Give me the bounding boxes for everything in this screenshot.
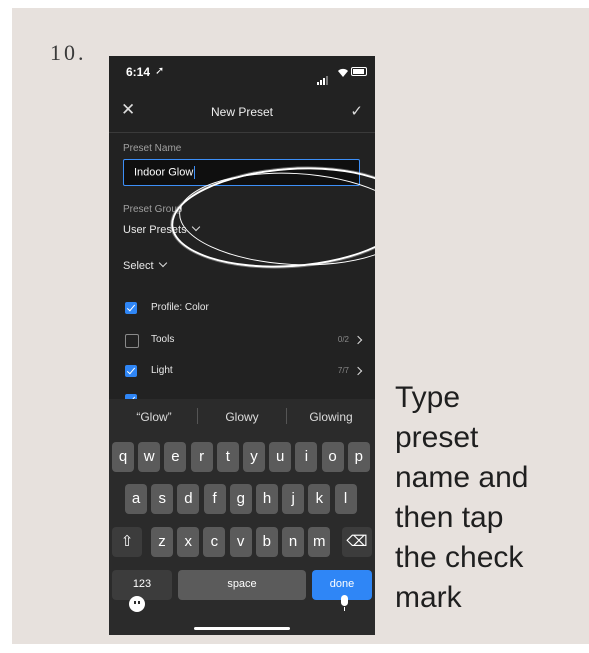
key-n[interactable]: n	[282, 527, 304, 557]
key-g[interactable]: g	[229, 484, 252, 514]
caption-line: Type	[395, 381, 461, 414]
text-caret	[194, 166, 196, 179]
checkbox-unchecked[interactable]	[125, 334, 139, 348]
delete-key[interactable]: ⌫	[342, 527, 372, 557]
status-bar: 6:14 ➚	[109, 56, 375, 88]
key-d[interactable]: d	[177, 484, 200, 514]
home-indicator	[194, 627, 290, 630]
suggestion-bar: “Glow” Glowy Glowing	[109, 399, 375, 435]
settings-row-light[interactable]: Light 7/7	[125, 362, 365, 382]
step-number: 10.	[50, 40, 87, 65]
location-icon: ➚	[155, 65, 165, 77]
key-s[interactable]: s	[151, 484, 174, 514]
settings-row-tools[interactable]: Tools 0/2	[125, 331, 365, 351]
key-b[interactable]: b	[255, 527, 278, 557]
key-w[interactable]: w	[138, 442, 161, 472]
key-j[interactable]: j	[282, 484, 305, 514]
key-o[interactable]: o	[321, 442, 344, 472]
confirm-check-icon[interactable]: ✓	[350, 102, 363, 120]
chevron-down-icon	[158, 258, 167, 268]
space-key[interactable]: space	[178, 570, 306, 600]
shift-key[interactable]: ⇧	[112, 527, 142, 557]
suggestion-item[interactable]: “Glow”	[110, 410, 198, 424]
status-time: 6:14	[126, 65, 151, 79]
chevron-right-icon[interactable]	[353, 366, 363, 376]
suggestion-item[interactable]: Glowy	[198, 410, 286, 424]
key-r[interactable]: r	[190, 442, 213, 472]
keyboard: “Glow” Glowy Glowing qwertyuiop asdfghjkl…	[109, 399, 375, 635]
key-y[interactable]: y	[243, 442, 265, 472]
key-l[interactable]: l	[334, 484, 357, 514]
select-dropdown[interactable]: Select	[123, 258, 167, 272]
page-title: New Preset	[210, 105, 274, 119]
key-p[interactable]: p	[347, 442, 370, 472]
key-t[interactable]: t	[216, 442, 239, 472]
key-k[interactable]: k	[308, 484, 331, 514]
row-label: Profile: Color	[151, 302, 209, 313]
key-u[interactable]: u	[269, 442, 292, 472]
caption-line: preset	[395, 421, 479, 454]
chevron-right-icon[interactable]	[353, 335, 363, 345]
numbers-key[interactable]: 123	[112, 570, 172, 600]
checkbox-checked[interactable]	[125, 302, 137, 314]
key-a[interactable]: a	[125, 484, 147, 514]
checkbox-checked[interactable]	[125, 365, 137, 377]
key-f[interactable]: f	[203, 484, 226, 514]
key-c[interactable]: c	[203, 527, 226, 557]
divider	[109, 132, 375, 133]
instruction-caption: Type preset name and then tap the check …	[395, 378, 585, 618]
microphone-icon[interactable]	[341, 595, 348, 611]
preset-name-label: Preset Name	[123, 143, 182, 154]
key-v[interactable]: v	[229, 527, 252, 557]
row-label: Tools	[151, 334, 175, 345]
key-x[interactable]: x	[177, 527, 200, 557]
caption-line: the check	[395, 541, 524, 574]
key-i[interactable]: i	[295, 442, 318, 472]
key-q[interactable]: q	[112, 442, 134, 472]
suggestion-item[interactable]: Glowing	[287, 410, 375, 424]
preset-name-value: Indoor Glow	[134, 166, 196, 179]
key-e[interactable]: e	[164, 442, 187, 472]
row-count: 7/7	[337, 366, 349, 375]
row-label: Light	[151, 365, 173, 376]
key-h[interactable]: h	[256, 484, 278, 514]
key-m[interactable]: m	[308, 527, 331, 557]
row-count: 0/2	[337, 335, 349, 344]
key-z[interactable]: z	[151, 527, 173, 557]
select-label: Select	[123, 260, 154, 272]
battery-icon	[351, 67, 367, 76]
phone-screenshot: 6:14 ➚ ✕ New Preset ✓ Preset Name Indoor…	[109, 56, 375, 635]
emoji-icon[interactable]	[129, 596, 145, 612]
signal-icon	[317, 67, 329, 85]
settings-row-profile[interactable]: Profile: Color	[125, 299, 365, 319]
caption-line: then tap	[395, 501, 504, 534]
caption-line: mark	[395, 581, 462, 614]
caption-line: name and	[395, 461, 529, 494]
wifi-icon	[337, 65, 349, 83]
nav-bar: ✕ New Preset ✓	[109, 88, 375, 132]
